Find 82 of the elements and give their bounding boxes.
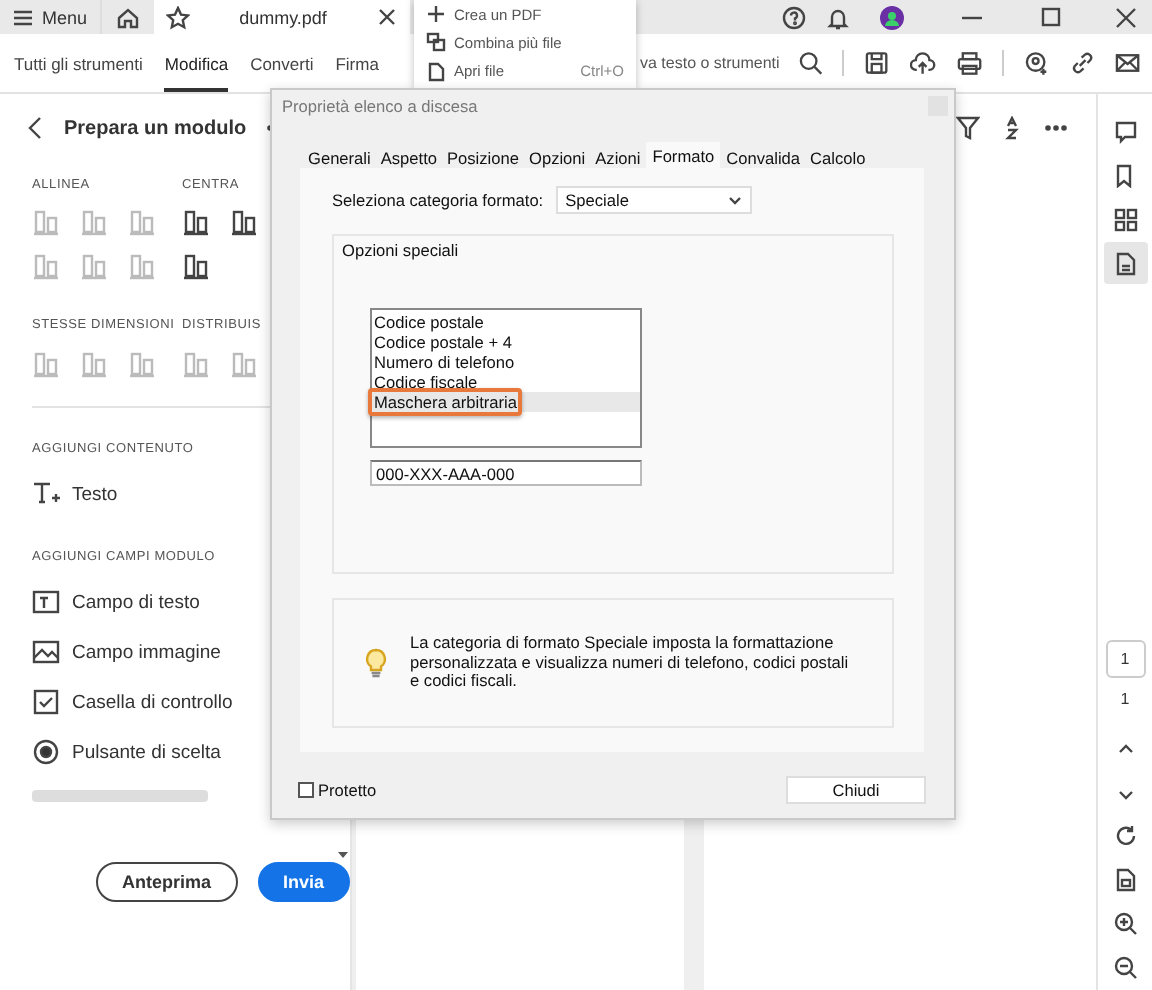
back-icon[interactable] <box>26 116 44 140</box>
format-dropdown[interactable]: Speciale <box>555 186 752 214</box>
add-text-icon <box>32 480 60 508</box>
comment-icon[interactable] <box>1113 119 1137 144</box>
center-icon[interactable] <box>182 208 210 236</box>
center-icon[interactable] <box>230 208 258 236</box>
close-icon[interactable] <box>376 6 398 28</box>
dialog-title: Proprietà elenco a discesa <box>282 96 478 116</box>
toolbar-tab[interactable]: Tutti gli strumenti <box>14 34 143 92</box>
tool-item[interactable]: Pulsante di scelta <box>72 741 221 763</box>
tool-item[interactable]: Campo di testo <box>72 591 200 613</box>
maximize-icon[interactable] <box>1040 6 1062 28</box>
list-option[interactable]: Codice postale + 4 <box>374 332 512 352</box>
menu-button[interactable]: Menu <box>0 0 100 34</box>
toolbar-tab[interactable]: Firma <box>335 34 379 92</box>
list-option[interactable]: Codice postale <box>374 312 484 332</box>
toolbar-tab[interactable]: Modifica <box>164 34 229 92</box>
list-option[interactable]: Numero di telefono <box>374 352 515 372</box>
dialog-tab[interactable]: Generali <box>304 146 375 168</box>
chevron-down-icon <box>727 195 742 205</box>
fit-page-icon[interactable] <box>1113 868 1137 893</box>
checkbox[interactable] <box>298 782 314 798</box>
help-icon[interactable] <box>782 5 806 29</box>
star-icon[interactable] <box>166 5 190 29</box>
scroll-down-icon[interactable] <box>338 852 348 858</box>
list-option[interactable]: Codice fiscale <box>374 372 478 392</box>
tool-item[interactable]: Testo <box>72 483 118 505</box>
more-icon[interactable] <box>1044 124 1068 132</box>
close-icon[interactable] <box>1114 5 1138 29</box>
document-icon[interactable] <box>1113 251 1137 275</box>
rotate-icon[interactable] <box>1113 824 1137 849</box>
checkbox-icon <box>32 688 60 716</box>
home-icon[interactable] <box>116 5 140 29</box>
dialog-tab[interactable]: Posizione <box>443 146 523 168</box>
combine-icon <box>426 32 446 53</box>
preview-button[interactable]: Anteprima <box>96 862 238 902</box>
page-count: 1 <box>1120 689 1130 708</box>
toolbar-tab[interactable]: Converti <box>250 34 314 92</box>
thumbnails-icon[interactable] <box>1113 207 1137 232</box>
file-icon <box>426 61 446 82</box>
dialog-tab[interactable]: Convalida <box>722 146 805 168</box>
mask-field[interactable]: 000-XXX-AAA-000 <box>370 460 642 486</box>
dialog-tab[interactable]: Calcolo <box>806 146 870 168</box>
search-icon[interactable] <box>797 50 823 76</box>
avatar-icon[interactable] <box>880 5 904 29</box>
close-button[interactable]: Chiudi <box>786 776 926 804</box>
tool-item[interactable]: Campo immagine <box>72 641 221 663</box>
image-field-icon <box>32 638 60 666</box>
dialog-tab[interactable]: Aspetto <box>376 146 442 168</box>
stamp-icon[interactable] <box>1024 50 1050 76</box>
bookmark-icon[interactable] <box>1113 163 1137 188</box>
text-field-icon <box>32 588 60 616</box>
search-field[interactable]: va testo o strumenti <box>640 54 780 72</box>
sort-icon[interactable] <box>1004 116 1020 140</box>
bell-icon[interactable] <box>826 5 850 29</box>
page-number-field[interactable]: 1 <box>1105 640 1145 678</box>
panel-title: Prepara un modulo <box>64 117 247 139</box>
field-label: Seleziona categoria formato: <box>332 190 544 210</box>
document-tab[interactable]: dummy.pdf <box>154 0 410 34</box>
save-icon[interactable] <box>864 50 890 76</box>
link-icon[interactable] <box>1069 50 1095 76</box>
info-text: La categoria di formato Speciale imposta la formattazione personalizzata e visualizza numeri di telefono, codici postali e codici fiscali. <box>410 633 851 693</box>
dialog-tab[interactable]: Formato <box>646 142 721 168</box>
options-list[interactable]: Codice postale Codice postale + 4 Numero di telefono Codice fiscale Maschera arbitraria <box>370 308 642 448</box>
radio-button-icon <box>32 738 60 766</box>
checkbox-label[interactable]: Protetto <box>318 780 377 800</box>
print-icon[interactable] <box>955 50 983 76</box>
cloud-upload-icon[interactable] <box>910 50 936 76</box>
filter-icon[interactable] <box>956 116 980 140</box>
zoom-in-icon[interactable] <box>1113 912 1137 937</box>
lightbulb-icon <box>362 648 390 678</box>
center-icon[interactable] <box>182 252 210 280</box>
tool-item[interactable]: Casella di controllo <box>72 691 233 713</box>
menu-icon <box>12 7 34 27</box>
send-button[interactable]: Invia <box>257 862 351 902</box>
mail-icon[interactable] <box>1114 50 1142 76</box>
list-option[interactable]: Maschera arbitraria <box>368 388 523 416</box>
plus-icon <box>426 4 446 25</box>
dialog-tab[interactable]: Azioni <box>591 146 645 168</box>
dialog-tab[interactable]: Opzioni <box>525 146 590 168</box>
group-title: Opzioni speciali <box>342 240 461 260</box>
zoom-out-icon[interactable] <box>1113 956 1137 981</box>
